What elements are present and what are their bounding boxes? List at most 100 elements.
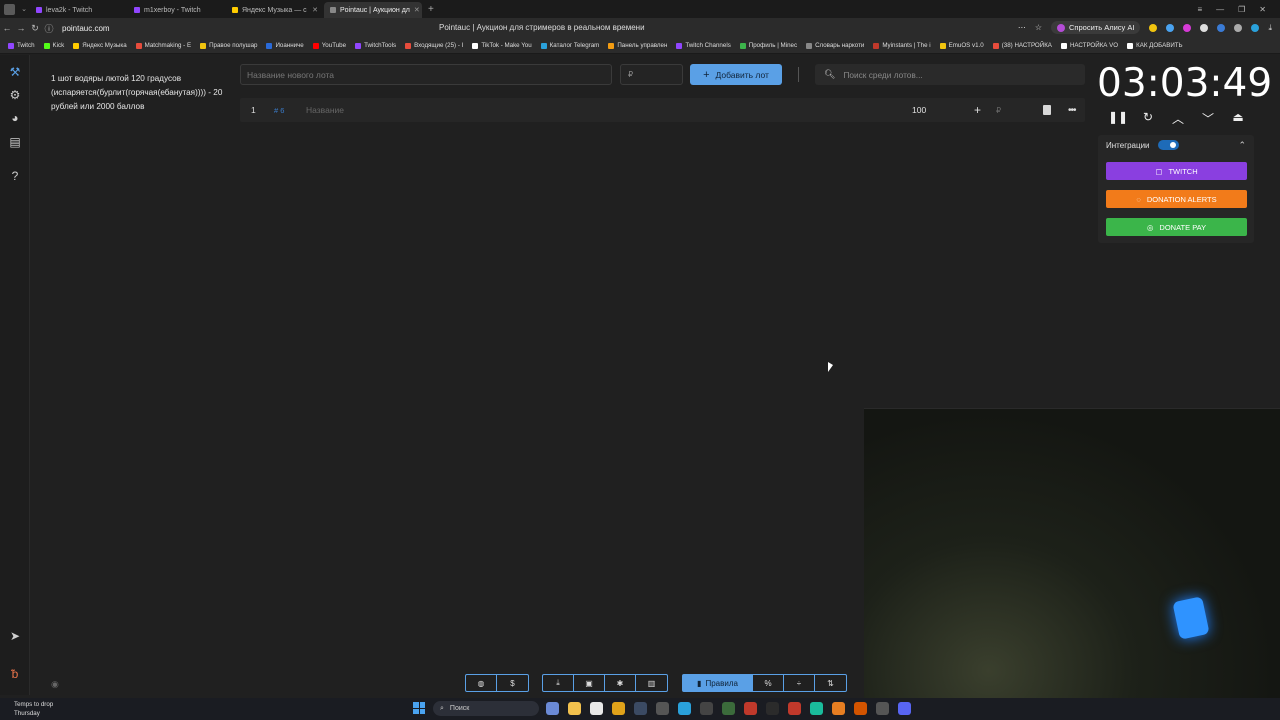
bookmark-item[interactable]: Myinstants | The i — [873, 42, 931, 49]
telegram-icon[interactable] — [678, 702, 691, 715]
chevron-up-icon[interactable]: ⌃ — [1238, 140, 1246, 151]
extension-icon[interactable] — [1200, 23, 1209, 32]
divide-icon[interactable]: ÷ — [784, 675, 815, 691]
settings-icon[interactable]: ⚙ — [8, 88, 22, 102]
bookmark-item[interactable]: TwitchTools — [355, 42, 396, 49]
tab-yandex-music[interactable]: Яндекс Музыка — с ✕ — [226, 2, 324, 18]
wheel-icon[interactable]: ◕ — [8, 111, 22, 125]
bookmark-item[interactable]: КАК ДОБАВИТЬ — [1127, 42, 1183, 49]
extension-icon[interactable] — [1149, 23, 1158, 32]
chevron-down-icon[interactable]: ⌄ — [18, 5, 30, 13]
close-window-icon[interactable]: ✕ — [1259, 5, 1266, 14]
boosty-icon[interactable]: ᵬ — [8, 667, 22, 681]
close-icon[interactable]: ✕ — [414, 6, 420, 14]
yandex-browser-icon[interactable] — [590, 702, 603, 715]
twitch-integration-button[interactable]: ▢ TWITCH — [1106, 162, 1247, 180]
bookmark-item[interactable]: Twitch — [8, 42, 35, 49]
taskbar-search[interactable]: ⌕ Поиск — [433, 701, 539, 716]
add-lot-button[interactable]: + Добавить лот — [690, 64, 782, 85]
reset-icon[interactable]: ↻ — [1138, 110, 1158, 127]
ask-alice-button[interactable]: Спросить Алису AI — [1051, 21, 1141, 34]
site-info-icon[interactable]: ⓘ — [42, 22, 56, 35]
extension-icon[interactable] — [1183, 23, 1192, 32]
bookmark-item[interactable]: Словарь наркоти — [806, 42, 864, 49]
download-icon[interactable]: ⤓ — [543, 675, 574, 691]
bookmark-item[interactable]: Kick — [43, 42, 64, 49]
new-lot-price-input[interactable]: ₽ — [620, 64, 683, 85]
bookmark-item[interactable]: Иоанниче — [266, 42, 304, 49]
reload-icon[interactable]: ↻ — [28, 23, 42, 34]
lot-amount[interactable]: 100 — [912, 105, 926, 115]
clipboard-icon[interactable]: ▤ — [8, 135, 22, 149]
download-icon[interactable]: ⤓ — [1268, 23, 1272, 33]
menu-icon[interactable]: ≡ — [1197, 5, 1202, 14]
bookmark-item[interactable]: Профиль | Minec — [739, 42, 797, 49]
bookmark-icon[interactable]: ☆ — [1035, 23, 1042, 32]
discord-icon[interactable] — [898, 702, 911, 715]
integrations-toggle[interactable] — [1158, 140, 1179, 150]
eye-icon[interactable]: ◉ — [51, 679, 59, 690]
bookmark-item[interactable]: Правое полушар — [200, 42, 257, 49]
app-icon[interactable] — [788, 702, 801, 715]
tab-m1xerboy[interactable]: m1xerboy - Twitch — [128, 2, 226, 18]
app-icon[interactable] — [744, 702, 757, 715]
new-lot-name-input[interactable]: Название нового лота — [240, 64, 612, 85]
percent-icon[interactable]: % — [753, 675, 784, 691]
extension-icon[interactable] — [1234, 23, 1243, 32]
add-amount-button[interactable]: + — [974, 103, 981, 117]
github-icon[interactable]: ◍ — [466, 675, 497, 691]
url-field[interactable]: pointauc.com — [62, 24, 110, 33]
sort-icon[interactable]: ⇅ — [815, 675, 846, 691]
bookmark-item[interactable]: Twitch Channels — [676, 42, 731, 49]
windows-start-icon[interactable] — [413, 702, 425, 714]
tab-leva2k[interactable]: leva2k - Twitch — [30, 2, 128, 18]
auction-hammer-icon[interactable]: ⚒ — [8, 65, 22, 79]
app-icon[interactable] — [656, 702, 669, 715]
help-icon[interactable]: ? — [8, 169, 22, 183]
new-tab-button[interactable]: + — [422, 4, 440, 15]
bookmark-item[interactable]: Matchmaking - E — [135, 42, 191, 49]
chevron-up-icon[interactable]: ︿ — [1168, 110, 1188, 127]
task-view-icon[interactable] — [546, 702, 559, 715]
extension-icon[interactable] — [1166, 23, 1175, 32]
chevron-down-icon[interactable]: ﹀ — [1198, 110, 1218, 127]
app-icon[interactable] — [832, 702, 845, 715]
telegram-icon[interactable]: ➤ — [8, 629, 22, 643]
extension-icon[interactable] — [1251, 23, 1260, 32]
more-icon[interactable]: ⋯ — [1018, 23, 1026, 32]
save-icon[interactable]: ▣ — [574, 675, 605, 691]
donation-alerts-button[interactable]: ◌ DONATION ALERTS — [1106, 190, 1247, 208]
app-icon[interactable] — [810, 702, 823, 715]
double-chevron-up-icon[interactable]: ⏏ — [1228, 110, 1248, 127]
bookmark-item[interactable]: Панель управлен — [608, 42, 667, 49]
app-icon[interactable] — [876, 702, 889, 715]
bookmark-item[interactable]: НАСТРОЙКА VO — [1060, 42, 1118, 49]
forward-icon[interactable]: → — [14, 23, 28, 33]
bookmark-item[interactable]: YouTube — [312, 42, 346, 49]
extension-icon[interactable] — [1217, 23, 1226, 32]
bug-icon[interactable]: ✱ — [605, 675, 636, 691]
bookmark-item[interactable]: TikTok - Make You — [472, 42, 532, 49]
history-icon[interactable]: ▥ — [636, 675, 667, 691]
bookmark-item[interactable]: Входящие (25) - I — [405, 42, 463, 49]
bookmark-item[interactable]: Яндекс Музыка — [73, 42, 127, 49]
more-options-icon[interactable]: ••• — [1068, 105, 1076, 116]
app-icon[interactable] — [612, 702, 625, 715]
delete-icon[interactable] — [1043, 105, 1051, 115]
steam-icon[interactable] — [634, 702, 647, 715]
app-icon[interactable] — [700, 702, 713, 715]
close-icon[interactable]: ✕ — [312, 6, 318, 14]
pause-icon[interactable]: ❚❚ — [1108, 110, 1128, 127]
obs-icon[interactable] — [766, 702, 779, 715]
file-explorer-icon[interactable] — [568, 702, 581, 715]
bookmark-item[interactable]: Каталог Telegram — [540, 42, 599, 49]
tab-pointauc[interactable]: Pointauc | Аукцион дл ✕ — [324, 2, 422, 18]
app-icon[interactable] — [854, 702, 867, 715]
bookmark-item[interactable]: EmuOS v1.0 — [939, 42, 984, 49]
back-icon[interactable]: ← — [0, 23, 14, 33]
dollar-icon[interactable]: $ — [497, 675, 528, 691]
app-icon[interactable] — [722, 702, 735, 715]
browser-menu-icon[interactable] — [0, 0, 18, 18]
minimize-icon[interactable]: — — [1216, 5, 1224, 14]
bookmark-item[interactable]: (38) НАСТРОЙКА — [992, 42, 1052, 49]
